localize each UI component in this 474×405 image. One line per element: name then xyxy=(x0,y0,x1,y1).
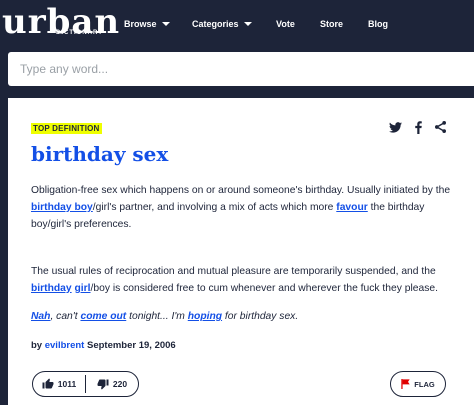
nav-vote-label: Vote xyxy=(276,19,295,29)
meaning-text: Obligation-free sex which happens on or … xyxy=(31,185,451,196)
term-link[interactable]: Nah xyxy=(31,311,50,322)
vote-buttons: 1011 220 xyxy=(32,371,139,397)
flag-label: FLAG xyxy=(414,379,435,389)
term-link[interactable]: girl xyxy=(75,283,91,294)
logo-subtitle: DICTIONARY xyxy=(56,30,104,36)
chevron-down-icon xyxy=(243,22,252,26)
nav-categories-label: Categories xyxy=(192,19,239,29)
thumbs-down-icon xyxy=(97,379,109,390)
flag-icon xyxy=(401,379,410,389)
share-icon xyxy=(434,121,446,133)
upvote-count: 1011 xyxy=(57,379,77,389)
example-text: for birthday sex. xyxy=(222,311,299,322)
meaning-text: /girl's partner, and involving a mix of … xyxy=(92,202,337,213)
contributor-line: by evilbrent September 19, 2006 xyxy=(31,340,176,351)
downvote-button[interactable]: 220 xyxy=(86,372,138,396)
nav-blog[interactable]: Blog xyxy=(368,16,388,32)
nav-store-label: Store xyxy=(320,19,344,29)
search-input[interactable] xyxy=(8,52,474,86)
top-navigation-bar: urban DICTIONARY Browse Categories Vote … xyxy=(0,0,474,48)
top-definition-badge: TOP DEFINITION xyxy=(31,123,102,134)
term-link[interactable]: favour xyxy=(336,202,367,213)
downvote-count: 220 xyxy=(112,379,128,389)
definition-word[interactable]: birthday sex xyxy=(31,142,168,166)
chevron-down-icon xyxy=(161,22,170,26)
post-date: September 19, 2006 xyxy=(84,340,176,351)
meaning-text: /boy is considered free to cum whenever … xyxy=(90,283,438,294)
flag-button[interactable]: FLAG xyxy=(390,371,446,397)
twitter-icon xyxy=(388,121,402,133)
nav-blog-label: Blog xyxy=(368,19,388,29)
definition-card: TOP DEFINITION birthday sex Obligation-f… xyxy=(8,98,474,405)
nav-browse[interactable]: Browse xyxy=(124,16,170,32)
nav-store[interactable]: Store xyxy=(320,16,343,32)
example-text: , can't xyxy=(50,311,81,322)
nav-browse-label: Browse xyxy=(124,19,157,29)
definition-meaning-paragraph-1: Obligation-free sex which happens on or … xyxy=(31,182,461,233)
definition-meaning-paragraph-2: The usual rules of reciprocation and mut… xyxy=(31,263,461,297)
term-link[interactable]: hoping xyxy=(188,311,222,322)
by-label: by xyxy=(31,340,45,351)
author-link[interactable]: evilbrent xyxy=(45,340,85,351)
search-bar xyxy=(8,52,474,86)
more-share-button[interactable] xyxy=(433,119,447,135)
meaning-text: The usual rules of reciprocation and mut… xyxy=(31,266,436,277)
nav-categories[interactable]: Categories xyxy=(192,16,252,32)
twitter-share-button[interactable] xyxy=(388,119,402,135)
upvote-button[interactable]: 1011 xyxy=(33,372,85,396)
term-link[interactable]: come out xyxy=(80,311,126,322)
term-link[interactable]: birthday xyxy=(31,283,72,294)
facebook-icon xyxy=(414,120,422,134)
term-link[interactable]: birthday boy xyxy=(31,202,93,213)
nav-vote[interactable]: Vote xyxy=(276,16,295,32)
definition-example: Nah, can't come out tonight... I'm hopin… xyxy=(31,308,461,325)
example-text: tonight... I'm xyxy=(126,311,188,322)
facebook-share-button[interactable] xyxy=(412,119,424,135)
thumbs-up-icon xyxy=(42,378,54,389)
urban-dictionary-logo[interactable]: urban DICTIONARY xyxy=(0,4,119,42)
